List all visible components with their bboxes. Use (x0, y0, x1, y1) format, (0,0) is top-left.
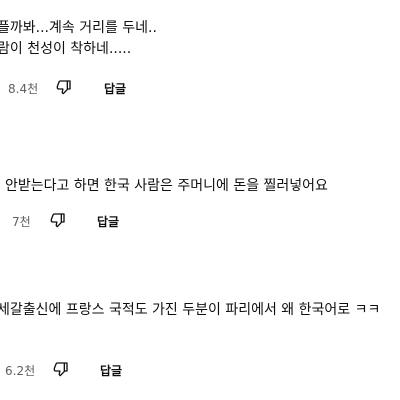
comment-1-reply-button[interactable]: 답글 (104, 80, 126, 97)
comment-3-reply-button[interactable]: 답글 (100, 362, 122, 379)
thumbs-down-icon (53, 362, 68, 377)
thumbs-down-icon (56, 80, 71, 95)
thumbs-down-icon (50, 213, 65, 228)
comment-1-dislike-button[interactable] (54, 77, 74, 97)
comment-3-action-bar: 6.2천 답글 (0, 359, 400, 379)
comment-1-line-2: 람이 천성이 착하네..... (0, 41, 132, 57)
comment-2-like-count: 7천 (12, 215, 31, 229)
comment-1-like-count: 8.4천 (8, 82, 39, 96)
comment-2-line-1: 안받는다고 하면 한국 사람은 주머니에 돈을 찔러넣어요 (5, 178, 328, 194)
comment-1-action-bar: 8.4천 답글 (0, 77, 400, 97)
comment-3-like-count: 6.2천 (5, 364, 36, 378)
comment-3-line-1: 세갈출신에 프랑스 국적도 가진 두분이 파리에서 왜 한국어로 ㅋㅋ (0, 302, 381, 318)
comment-2-action-bar: 7천 답글 (0, 210, 400, 230)
comment-2-reply-button[interactable]: 답글 (97, 213, 119, 230)
comment-2-dislike-button[interactable] (48, 210, 68, 230)
comment-1-line-1: 플까봐...계속 거리를 두네.. (0, 20, 157, 36)
comment-3-dislike-button[interactable] (51, 359, 71, 379)
